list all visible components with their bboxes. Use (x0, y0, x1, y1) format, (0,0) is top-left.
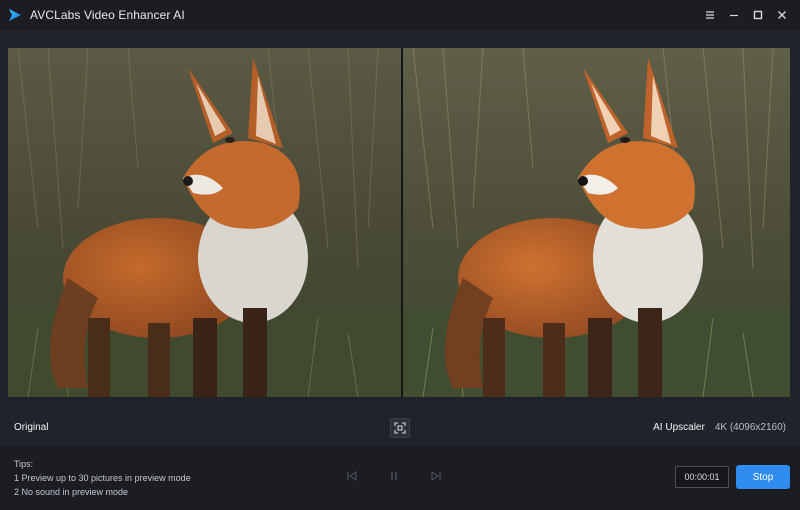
ai-model-label: AI Upscaler (653, 422, 705, 433)
play-triangle-logo-icon (9, 9, 21, 21)
pause-button[interactable] (386, 468, 402, 484)
tips-heading: Tips: (14, 459, 34, 469)
time-display: 00:00:01 (675, 466, 729, 488)
fit-screen-icon (394, 422, 406, 434)
bottom-bar: Tips: 1 Preview up to 30 pictures in pre… (0, 446, 800, 510)
fox-image-enhanced (403, 48, 790, 397)
enhanced-preview (403, 48, 790, 397)
tips-line-2: 2 No sound in preview mode (14, 487, 129, 497)
skip-previous-icon (347, 470, 357, 482)
hamburger-menu-icon[interactable] (698, 3, 722, 27)
window-controls (698, 0, 794, 30)
fit-screen-button[interactable] (390, 418, 410, 438)
tips-panel: Tips: 1 Preview up to 30 pictures in pre… (14, 457, 191, 499)
fox-image-original (8, 48, 401, 397)
close-icon[interactable] (770, 3, 794, 27)
pause-icon (391, 472, 397, 480)
preview-label-bar: Original AI Upscaler 4K (4096x2160) (0, 410, 800, 444)
skip-next-icon (431, 470, 441, 482)
tips-line-1: 1 Preview up to 30 pictures in preview m… (14, 473, 191, 483)
skip-next-button[interactable] (428, 468, 444, 484)
enhanced-label: AI Upscaler 4K (4096x2160) (653, 422, 786, 433)
original-preview (8, 48, 401, 397)
skip-previous-button[interactable] (344, 468, 360, 484)
playback-controls (344, 468, 444, 484)
maximize-icon[interactable] (746, 3, 770, 27)
title-bar: AVCLabs Video Enhancer AI (0, 0, 800, 30)
original-label: Original (14, 422, 49, 433)
resolution-label: 4K (4096x2160) (714, 422, 786, 433)
app-title: AVCLabs Video Enhancer AI (30, 8, 185, 22)
minimize-icon[interactable] (722, 3, 746, 27)
preview-area (8, 48, 790, 397)
stop-button[interactable]: Stop (736, 465, 790, 489)
